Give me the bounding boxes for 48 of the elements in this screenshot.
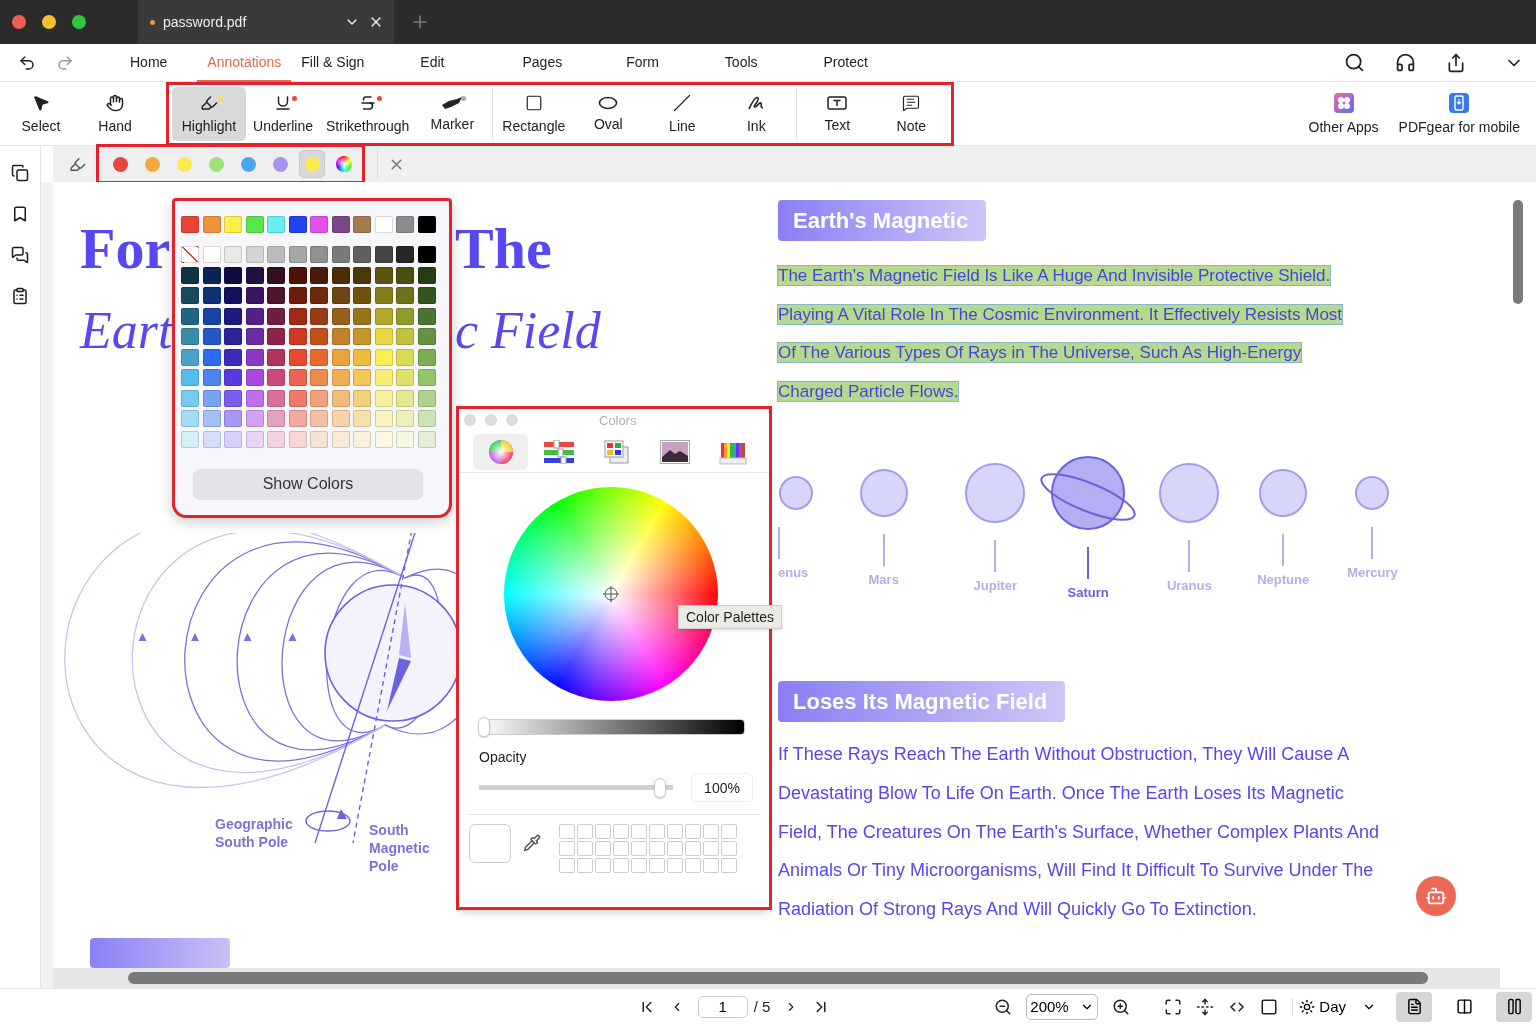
- planet-label: Saturn: [1067, 585, 1109, 601]
- tool-button[interactable]: Select: [4, 86, 78, 141]
- tool-button[interactable]: Oval: [571, 86, 646, 141]
- title-text: For: [80, 216, 171, 282]
- opacity-label: Opacity: [479, 749, 528, 765]
- opacity-value[interactable]: 100%: [691, 773, 753, 802]
- zoom-select[interactable]: 200%: [1026, 993, 1099, 1020]
- tool-button[interactable]: Text: [800, 86, 875, 141]
- diagram-label: Geographic South Pole: [215, 814, 294, 851]
- panel-title: Colors: [599, 412, 637, 428]
- tool-button[interactable]: Note: [874, 86, 949, 141]
- tooltip: Color Palettes: [678, 605, 782, 629]
- tool-button[interactable]: Line: [645, 86, 720, 141]
- planet-label: Uranus: [1166, 578, 1212, 594]
- menu-tab[interactable]: Protect: [813, 43, 878, 82]
- planet-label: Neptune: [1257, 572, 1310, 588]
- menu-tab[interactable]: Pages: [512, 43, 573, 82]
- menu-tab[interactable]: Fill & Sign: [291, 43, 375, 82]
- highlighted-paragraph: The Earth's Magnetic Field Is Like A Huge And Invisible Protective Shield. Playing A Vital Role In The Cosmic Environment. It Effectively Resists Most Of The Various Types Of Rays in The Universe, Such As High-Energy Charged Particle Flows.: [778, 265, 1344, 403]
- tool-button[interactable]: Highlight: [172, 86, 246, 141]
- tool-button[interactable]: Ink: [719, 86, 794, 141]
- subtitle-text: Eart: [80, 301, 173, 359]
- subtitle-text: c Field: [455, 300, 601, 360]
- menu-tab[interactable]: Edit: [410, 43, 455, 82]
- page-count: / 5: [753, 998, 771, 1015]
- tool-button[interactable]: Hand: [78, 86, 152, 141]
- app-button[interactable]: Other Apps: [1302, 86, 1385, 141]
- tab-title: password.pdf: [163, 14, 248, 30]
- diagram-label: South Magnetic Pole: [369, 820, 431, 875]
- section-heading: Loses Its Magnetic Field: [778, 681, 1066, 723]
- tool-button[interactable]: Strikethrough: [320, 86, 416, 141]
- app-button[interactable]: PDFgear for mobile: [1392, 86, 1526, 141]
- menu-tab[interactable]: Tools: [714, 43, 768, 82]
- body-paragraph: If These Rays Reach The Earth Without Obstruction, They Will Cause A Devastating Blow To Life On Earth. Once The Earth Loses Its Magnetic Field, The Creatures On The Earth's Surface, Whether Complex Plants And Animals Or Tiny Microorganisms, Will Find It Difficult To Survive Under The Radiation Of Strong Rays And Will Quickly Go To Extinction.: [778, 743, 1381, 921]
- tool-button[interactable]: Marker: [415, 86, 490, 141]
- show-colors-button[interactable]: Show Colors: [193, 468, 423, 500]
- tool-button[interactable]: Underline: [246, 86, 320, 141]
- tool-button[interactable]: Rectangle: [496, 86, 572, 141]
- menu-tab[interactable]: Form: [616, 43, 669, 82]
- theme-select[interactable]: Day: [1292, 998, 1382, 1015]
- title-text: The: [455, 215, 552, 283]
- planet-label: Mercury: [1347, 565, 1398, 581]
- menu-tab[interactable]: Home: [120, 43, 178, 82]
- planet-label: Mars: [868, 572, 899, 588]
- section-heading: Earth's Magnetic: [778, 200, 987, 241]
- page-number-field[interactable]: 1: [697, 995, 748, 1018]
- planet-label: Jupiter: [973, 578, 1017, 594]
- document-tab[interactable]: password.pdf: [138, 0, 394, 44]
